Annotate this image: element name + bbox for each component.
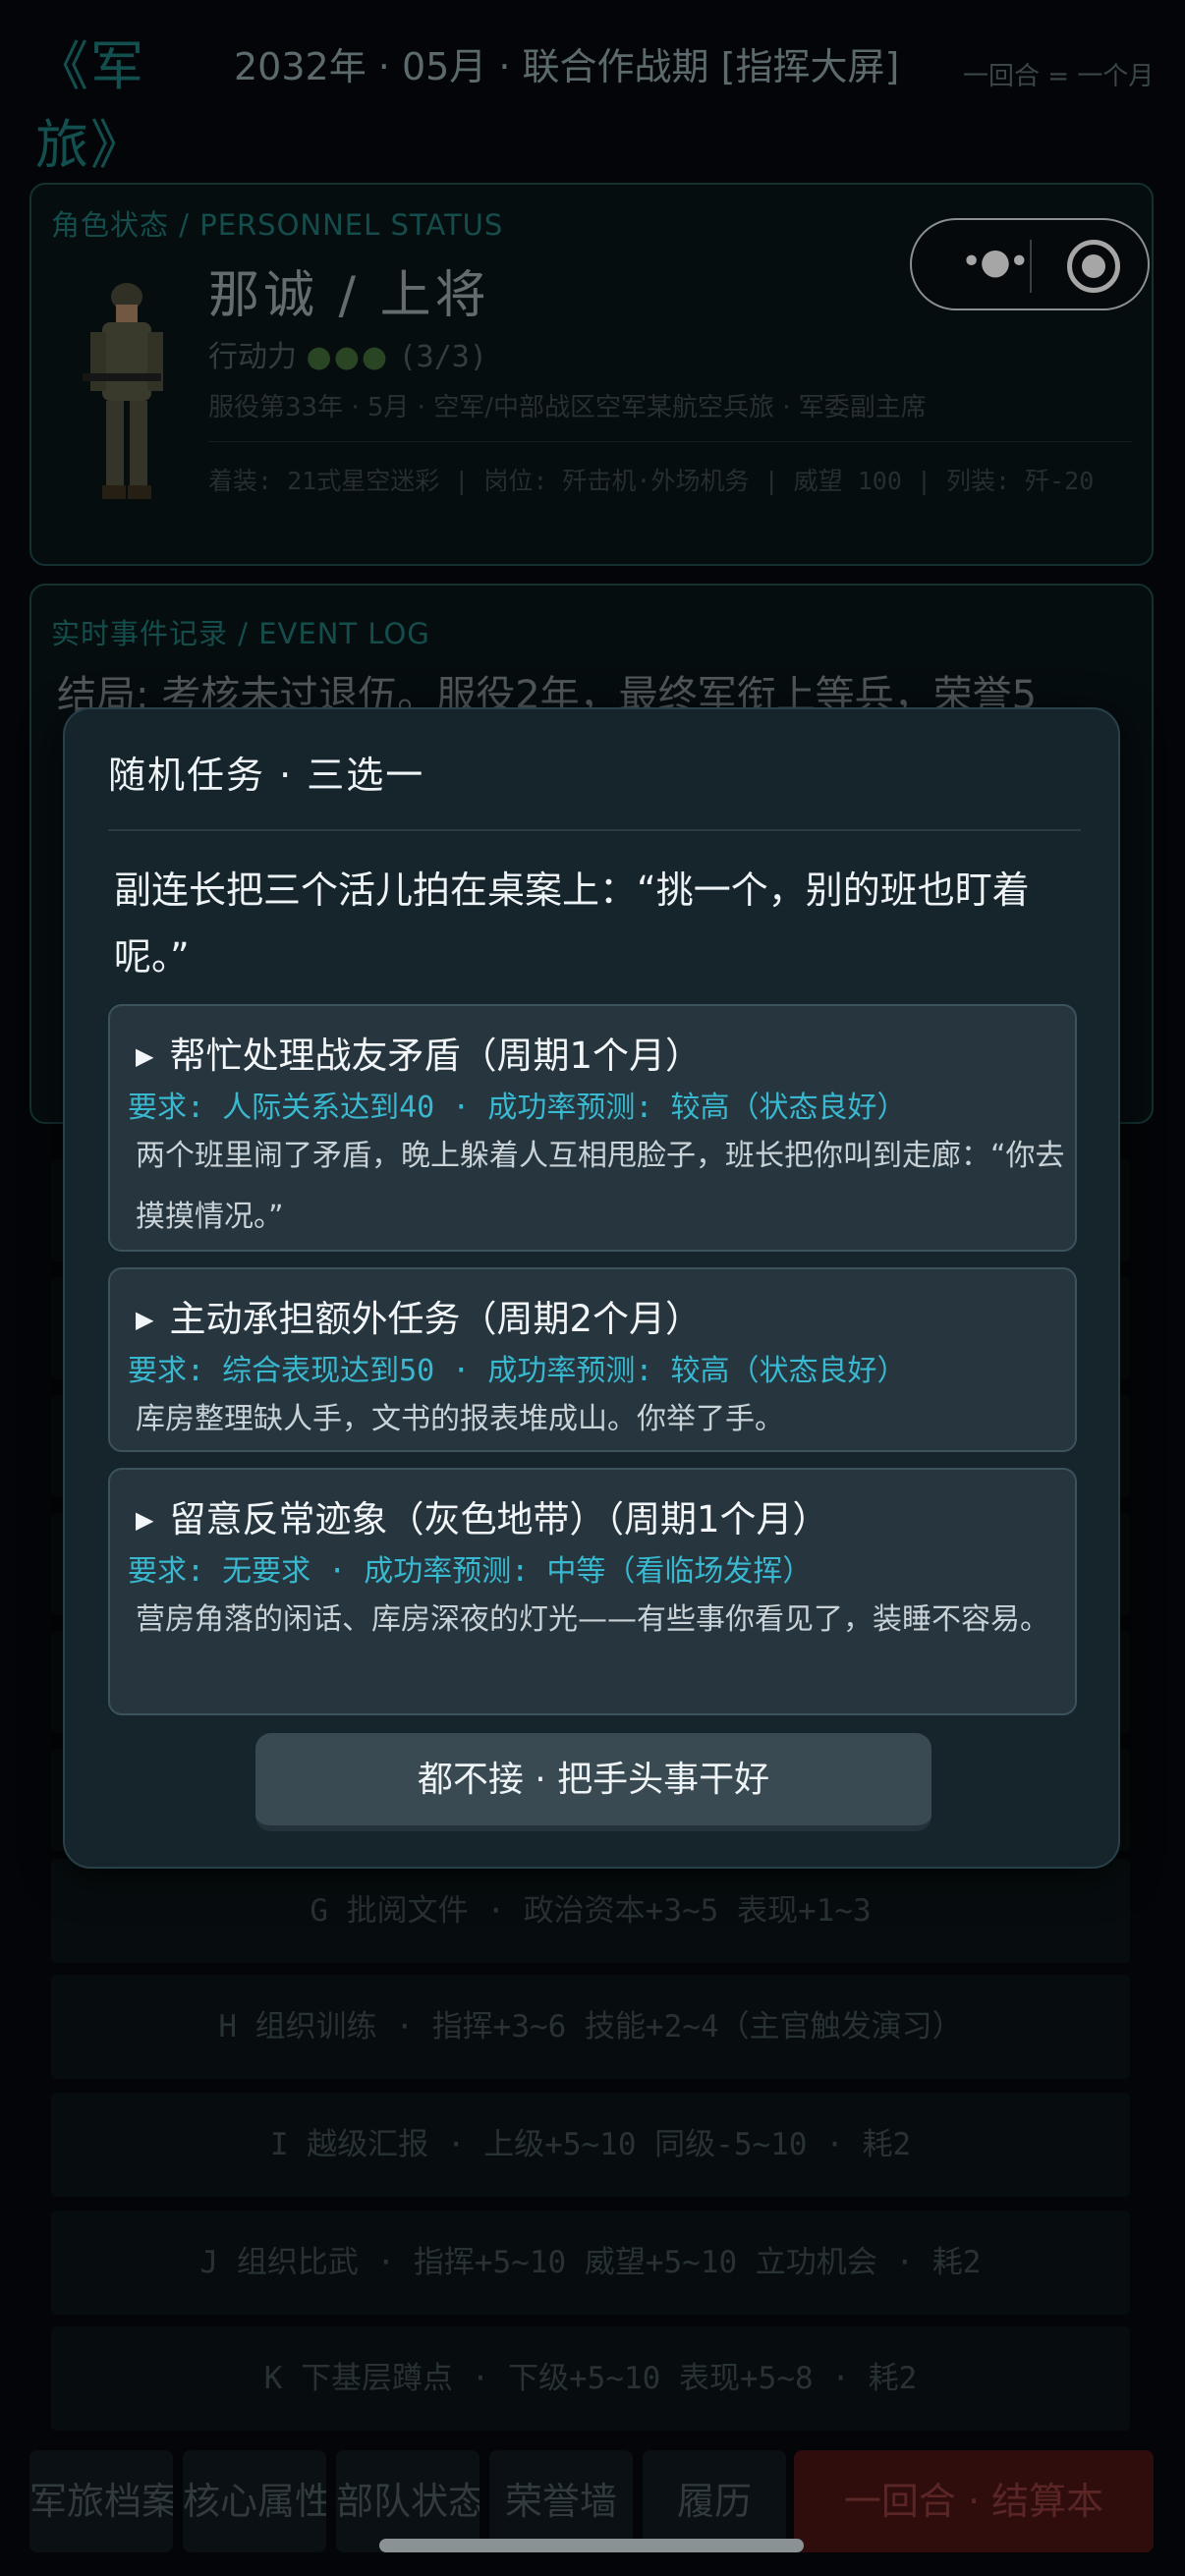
task-option-3[interactable]: ▶ 留意反常迹象（灰色地带）（周期1个月） 要求: 无要求 · 成功率预测: 中等… — [108, 1468, 1077, 1715]
decline-all-button[interactable]: 都不接 · 把手头事干好 — [255, 1733, 931, 1831]
task-description: 两个班里闹了矛盾，晚上躲着人互相甩脸子，班长把你叫到走廊：“你去摸摸情况。” — [136, 1139, 1065, 1234]
task-title: ▶ 帮忙处理战友矛盾（周期1个月） — [136, 1026, 702, 1079]
task-title: ▶ 主动承担额外任务（周期2个月） — [136, 1289, 702, 1342]
task-requirement: 要求: 综合表现达到50 · 成功率预测: 较高（状态良好） — [128, 1354, 907, 1388]
play-triangle-icon: ▶ — [136, 1042, 154, 1070]
modal-title: 随机任务 · 三选一 — [108, 754, 425, 797]
task-title: ▶ 留意反常迹象（灰色地带）（周期1个月） — [136, 1489, 829, 1542]
task-option-2[interactable]: ▶ 主动承担额外任务（周期2个月） 要求: 综合表现达到50 · 成功率预测: 较… — [108, 1267, 1077, 1452]
play-triangle-icon: ▶ — [136, 1506, 154, 1534]
task-title-text: 留意反常迹象（灰色地带）（周期1个月） — [169, 1498, 829, 1540]
task-title-text: 帮忙处理战友矛盾（周期1个月） — [169, 1035, 703, 1077]
task-description: 库房整理缺人手，文书的报表堆成山。你举了手。 — [136, 1402, 784, 1436]
task-description: 营房角落的闲话、库房深夜的灯光——有些事你看见了，装睡不容易。 — [136, 1602, 1049, 1637]
task-option-1[interactable]: ▶ 帮忙处理战友矛盾（周期1个月） 要求: 人际关系达到40 · 成功率预测: 较… — [108, 1004, 1077, 1252]
task-requirement: 要求: 无要求 · 成功率预测: 中等（看临场发挥） — [128, 1554, 813, 1589]
task-title-text: 主动承担额外任务（周期2个月） — [169, 1298, 703, 1340]
task-requirement: 要求: 人际关系达到40 · 成功率预测: 较高（状态良好） — [128, 1091, 907, 1125]
modal-divider — [108, 829, 1081, 831]
modal-intro: 副连长把三个活儿拍在桌案上：“挑一个，别的班也盯着呢。” — [114, 868, 1030, 979]
random-task-modal: 随机任务 · 三选一 副连长把三个活儿拍在桌案上：“挑一个，别的班也盯着呢。” … — [63, 707, 1120, 1869]
play-triangle-icon: ▶ — [136, 1306, 154, 1333]
home-indicator — [379, 2539, 804, 2552]
